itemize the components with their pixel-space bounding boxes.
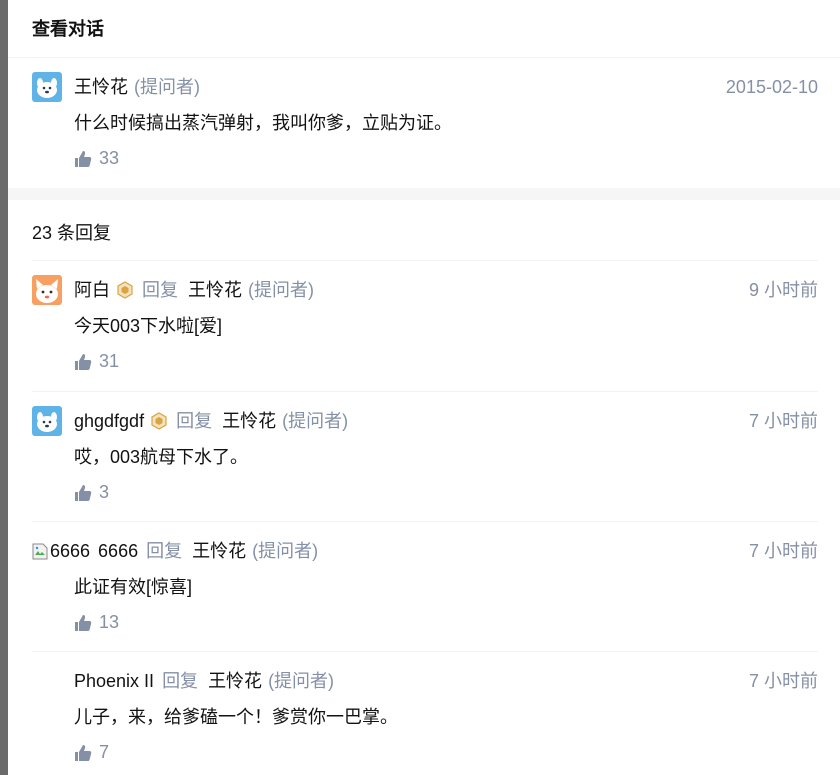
like-button[interactable]: 7: [74, 742, 109, 763]
cartoon-dog-avatar-icon[interactable]: [32, 406, 62, 436]
reply-item: Phoenix II 回复 王怜花 (提问者) 7 小时前 儿子，来，给爹磕一个…: [32, 651, 818, 775]
original-comment: 王怜花 (提问者) 2015-02-10 什么时候搞出蒸汽弹射，我叫你爹，立贴为…: [8, 58, 840, 188]
comment-text: 什么时候搞出蒸汽弹射，我叫你爹，立贴为证。: [74, 113, 452, 133]
comment-time: 7 小时前: [748, 541, 818, 561]
reply-label: 回复: [176, 411, 213, 431]
comment-meta: 王怜花 (提问者): [74, 75, 818, 99]
section-separator: [8, 188, 840, 200]
comment-time: 7 小时前: [748, 671, 818, 691]
hexagon-badge-icon: [117, 281, 133, 299]
cartoon-cat-avatar-icon[interactable]: [32, 275, 62, 305]
thumbs-up-icon: [75, 150, 92, 167]
dialog-title: 查看对话: [32, 19, 104, 39]
thumbs-up-icon: [75, 744, 92, 761]
comment-text: 哎，003航母下水了。: [74, 447, 249, 467]
thumbs-up-icon: [75, 484, 92, 501]
author-name[interactable]: 6666: [98, 539, 138, 563]
reply-to-name[interactable]: 王怜花: [222, 409, 276, 433]
author-name[interactable]: Phoenix II: [74, 669, 154, 693]
thumbs-up-icon: [75, 353, 92, 370]
reply-label: 回复: [142, 280, 178, 300]
reply-item: ghgdfgdf 回复 王怜花 (提问者) 7 小时前 哎，003航母下水了。 …: [32, 391, 818, 521]
broken-image-icon[interactable]: [32, 542, 48, 560]
hexagon-badge-icon: [151, 412, 167, 430]
cartoon-dog-avatar-icon[interactable]: [32, 72, 62, 102]
comment-time: 7 小时前: [748, 411, 818, 431]
conversation-dialog: 查看对话 王怜花 (提问者) 2015-02-10 什么时候搞出蒸汽弹射，我叫你…: [8, 0, 840, 775]
comment-meta: Phoenix II 回复 王怜花 (提问者): [74, 669, 818, 693]
thumbs-up-icon: [75, 614, 92, 631]
reply-item: 6666 6666 回复 王怜花 (提问者) 7 小时前 此证有效[惊喜] 13: [32, 521, 818, 651]
like-count: 7: [99, 742, 110, 762]
like-button[interactable]: 3: [74, 482, 109, 503]
reply-to-name[interactable]: 王怜花: [188, 278, 242, 302]
replies-count: 23 条回复: [32, 223, 112, 243]
reply-item: 阿白 回复 王怜花 (提问者) 9 小时前 今天003下水啦[爱] 31: [32, 261, 818, 391]
reply-label: 回复: [162, 671, 199, 691]
like-count: 31: [99, 351, 120, 371]
comment-text: 今天003下水啦[爱]: [74, 316, 223, 336]
comment-time: 9 小时前: [748, 280, 818, 300]
author-name[interactable]: 王怜花: [74, 75, 128, 99]
author-name[interactable]: ghgdfgdf: [74, 409, 144, 433]
comment-date: 2015-02-10: [725, 77, 818, 97]
asker-role-label: (提问者): [282, 411, 349, 431]
comment-text: 此证有效[惊喜]: [74, 577, 193, 597]
dialog-header: 查看对话: [8, 0, 840, 58]
like-button[interactable]: 33: [74, 148, 119, 169]
reply-to-name[interactable]: 王怜花: [192, 539, 246, 563]
asker-role-label: (提问者): [268, 671, 335, 691]
like-count: 33: [99, 148, 120, 168]
like-count: 3: [99, 482, 110, 502]
reply-label: 回复: [146, 541, 183, 561]
avatar-alt-text: 6666: [50, 541, 91, 561]
comment-meta: ghgdfgdf 回复 王怜花 (提问者): [74, 409, 818, 433]
comment-text: 儿子，来，给爹磕一个！爹赏你一巴掌。: [74, 707, 398, 727]
background-page-edge: [0, 0, 8, 775]
like-count: 13: [99, 612, 120, 632]
asker-role-label: (提问者): [134, 77, 200, 97]
comment-meta: 6666 6666 回复 王怜花 (提问者): [32, 539, 318, 563]
author-name[interactable]: 阿白: [74, 278, 110, 302]
reply-to-name[interactable]: 王怜花: [208, 669, 262, 693]
like-button[interactable]: 31: [74, 351, 119, 372]
asker-role-label: (提问者): [248, 280, 314, 300]
asker-role-label: (提问者): [252, 541, 319, 561]
like-button[interactable]: 13: [74, 612, 119, 633]
comment-meta: 阿白 回复 王怜花 (提问者): [74, 278, 818, 302]
